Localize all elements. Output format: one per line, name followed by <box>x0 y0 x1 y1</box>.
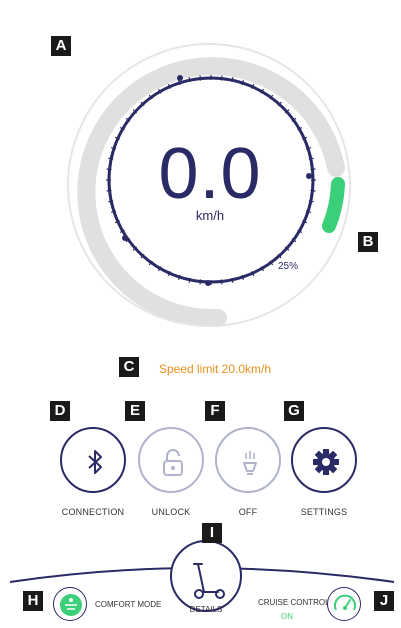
marker-c: C <box>119 357 139 377</box>
comfort-mode-button[interactable] <box>53 587 87 621</box>
ring-dot-left <box>122 235 128 241</box>
settings-button[interactable] <box>291 427 357 493</box>
comfort-mode-icon <box>60 594 82 616</box>
marker-b: B <box>358 232 378 252</box>
settings-label: SETTINGS <box>300 507 348 517</box>
cruise-control-status: ON <box>281 612 293 621</box>
marker-f: F <box>205 401 225 421</box>
marker-j: J <box>374 591 394 611</box>
connection-label: CONNECTION <box>61 507 125 517</box>
marker-a: A <box>51 36 71 56</box>
ring-tick <box>199 279 202 285</box>
speedometer-icon <box>334 594 356 611</box>
ring-tick <box>220 75 223 81</box>
battery-percent: 25% <box>277 261 298 272</box>
gear-icon <box>313 449 339 475</box>
light-button[interactable] <box>215 427 281 493</box>
connection-button[interactable] <box>60 427 126 493</box>
details-button[interactable] <box>170 540 242 612</box>
light-icon <box>243 451 257 475</box>
unlock-button[interactable] <box>138 427 204 493</box>
marker-d: D <box>50 401 70 421</box>
scooter-icon <box>193 563 225 599</box>
ring-dot-top <box>177 75 183 81</box>
comfort-mode-label: COMFORT MODE <box>95 600 162 609</box>
ring-tick <box>220 279 223 285</box>
bluetooth-icon <box>88 450 102 474</box>
speed-limit-text: Speed limit 20.0km/h <box>158 362 272 376</box>
marker-g: G <box>284 401 304 421</box>
marker-i: I <box>202 523 222 543</box>
battery-arc <box>322 177 345 233</box>
details-label: DETAILS <box>189 605 223 614</box>
ring-dot-bottom <box>205 280 211 286</box>
marker-e: E <box>125 401 145 421</box>
lock-icon <box>163 449 183 476</box>
speed-unit: km/h <box>195 208 225 223</box>
ring-tick <box>310 168 316 171</box>
marker-h: H <box>23 591 43 611</box>
cruise-control-button[interactable] <box>327 587 361 621</box>
ring-tick <box>199 75 202 81</box>
speed-value: 0.0 <box>158 134 262 214</box>
ring-tick <box>310 189 316 192</box>
cruise-control-label: CRUISE CONTROL <box>258 598 330 607</box>
